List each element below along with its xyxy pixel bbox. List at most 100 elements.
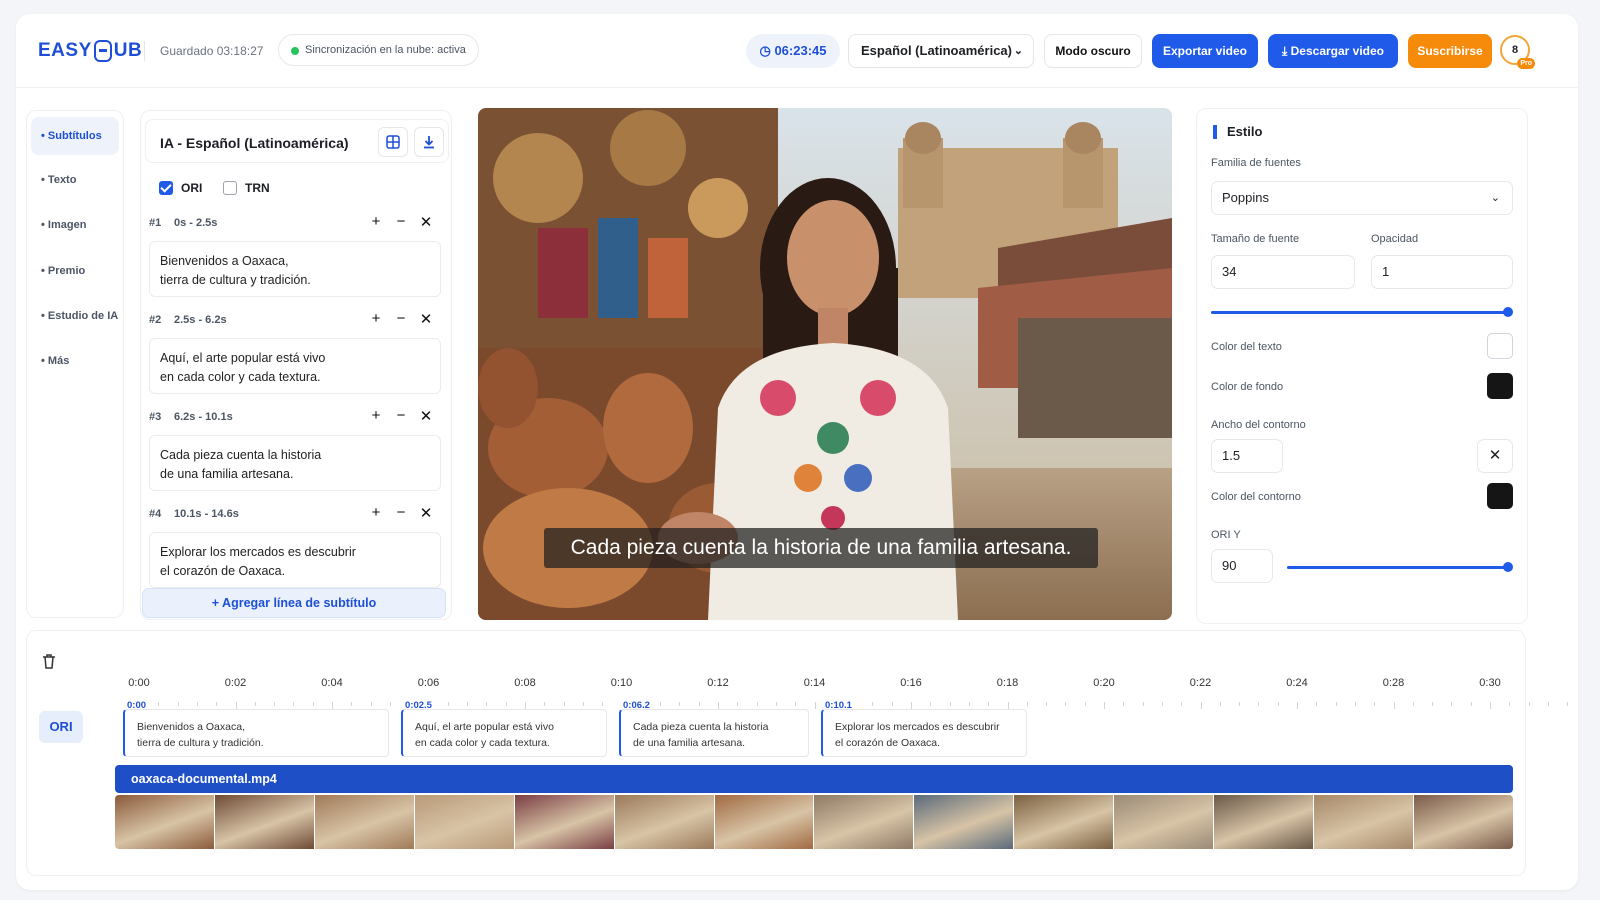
trash-icon[interactable] [39,651,59,671]
minus-icon[interactable]: − [392,213,410,230]
tick-label: 0:04 [321,677,343,689]
video-track-bar[interactable]: oaxaca-documental.mp4 [115,765,1513,793]
tick-mark [795,702,797,706]
segment-range: 0s - 2.5s [174,217,218,229]
timeline-caption-block[interactable]: Explorar los mercados es descubrir el co… [821,709,1027,757]
language-select[interactable]: Español (Latinoamérica) ⌄ [848,34,1034,68]
sidebar-item-estudio-ia[interactable]: • Estudio de IA [31,297,119,335]
tick-mark [698,702,700,706]
outline-color-label: Color del contorno [1211,491,1301,503]
subtitle-panel: IA - Español (Latinoamérica) ORI TRN #1 … [140,110,452,620]
segment-line: Explorar los mercados es descubrir [160,545,356,559]
grid-view-icon[interactable] [378,127,408,157]
tick-label: 0:10 [610,677,633,689]
tick-mark [1258,702,1260,706]
add-subtitle-line-button[interactable]: + Agregar línea de subtítulo [142,588,446,618]
bg-color-swatch[interactable] [1487,373,1513,399]
opacity-input[interactable]: 1 [1371,255,1513,289]
segment-text-field[interactable]: Explorar los mercados es descubrir el co… [149,532,441,588]
video-preview[interactable]: Cada pieza cuenta la historia de una fam… [478,108,1172,620]
tick-mark [1277,702,1279,706]
dark-mode-button[interactable]: Modo oscuro [1044,34,1142,68]
segment-line: Bienvenidos a Oaxaca, [160,254,289,268]
tick-label: 0:02 [224,677,247,689]
tick-label: 0:14 [803,677,826,689]
sync-status-dot-icon [291,47,299,55]
tick-mark [679,702,681,706]
add-icon[interactable]: + [367,407,385,424]
tick-mark [1412,702,1414,706]
close-icon[interactable]: ✕ [417,213,435,231]
tick-mark [718,702,719,709]
subscribe-button[interactable]: Suscribirse [1408,34,1492,68]
download-icon[interactable] [414,127,444,157]
tick-mark [660,702,662,706]
ori-y-slider-handle[interactable] [1503,562,1513,572]
tick-mark [1123,702,1125,706]
opacity-slider-handle[interactable] [1503,307,1513,317]
export-video-button[interactable]: Exportar video [1152,34,1258,68]
font-size-input[interactable]: 34 [1211,255,1355,289]
tick-mark [775,702,777,706]
ori-y-input[interactable]: 90 [1211,549,1273,583]
video-thumbnail [614,795,714,849]
segment-range: 10.1s - 14.6s [174,508,239,520]
minus-icon[interactable]: − [392,504,410,521]
top-bar: EASY UB Guardado 03:18:27 Sincronización… [16,14,1578,88]
sidebar-item-texto[interactable]: • Texto [31,161,119,199]
minus-icon[interactable]: − [392,310,410,327]
trn-checkbox[interactable]: TRN [223,181,270,195]
tick-mark [563,702,565,706]
video-thumbnail [1114,795,1214,849]
sidebar-item-imagen[interactable]: • Imagen [31,206,119,244]
ori-y-slider[interactable] [1287,566,1509,569]
download-video-button[interactable]: ⤓ Descargar video [1268,34,1398,68]
sidebar-item-mas[interactable]: • Más [31,342,119,380]
segment-text-field[interactable]: Bienvenidos a Oaxaca, tierra de cultura … [149,241,441,297]
video-thumbnail-strip[interactable] [115,795,1513,849]
minus-icon[interactable]: − [392,407,410,424]
segment-line: en cada color y cada textura. [160,370,321,384]
add-icon[interactable]: + [367,213,385,230]
tick-mark [389,702,391,706]
tick-mark [602,702,604,706]
segment-text-field[interactable]: Aquí, el arte popular está vivo en cada … [149,338,441,394]
segment-range: 2.5s - 6.2s [174,314,227,326]
user-avatar[interactable]: 8 Pro [1500,35,1535,69]
timeline-caption-block[interactable]: Bienvenidos a Oaxaca, tierra de cultura … [123,709,389,757]
tick-mark [1335,702,1337,706]
segment-number: #3 [149,411,162,423]
opacity-slider[interactable] [1211,311,1507,314]
ori-checkbox[interactable]: ORI [159,181,202,195]
video-thumbnail [314,795,414,849]
sidebar-item-subtitulos[interactable]: • Subtítulos [31,117,119,155]
segment-text-field[interactable]: Cada pieza cuenta la historia de una fam… [149,435,441,491]
close-icon[interactable]: ✕ [417,310,435,328]
video-thumbnail [714,795,814,849]
checkbox-checked-icon [159,181,173,195]
clear-outline-close-icon[interactable]: ✕ [1477,439,1513,473]
font-family-select[interactable]: Poppins ⌄ [1211,181,1513,215]
tick-mark [968,702,970,706]
text-color-swatch[interactable] [1487,333,1513,359]
ori-y-label: ORI Y [1211,529,1241,541]
outline-width-input[interactable]: 1.5 [1211,439,1283,473]
tick-label: 0:00 [128,677,150,689]
sidebar-item-premio[interactable]: • Premio [31,252,119,290]
add-icon[interactable]: + [367,310,385,327]
tick-mark [1007,702,1009,709]
add-icon[interactable]: + [367,504,385,521]
timeline-caption-block[interactable]: Aquí, el arte popular está vivo en cada … [401,709,607,757]
close-icon[interactable]: ✕ [417,407,435,425]
sidebar-item-label: Estudio de IA [47,310,119,322]
tick-mark [1528,702,1530,706]
outline-color-swatch[interactable] [1487,483,1513,509]
subtitle-segment: #3 6.2s - 10.1s + − ✕ Cada pieza cuenta … [149,407,441,491]
timeline-caption-block[interactable]: Cada pieza cuenta la historia de una fam… [619,709,809,757]
trn-label: TRN [245,181,270,195]
bg-color-label: Color de fondo [1211,381,1284,393]
sync-label: Sincronización en la nube: activa [305,44,466,56]
close-icon[interactable]: ✕ [417,504,435,522]
easysub-logo[interactable]: EASY UB [38,40,142,62]
sidebar-item-label: Más [47,355,70,367]
